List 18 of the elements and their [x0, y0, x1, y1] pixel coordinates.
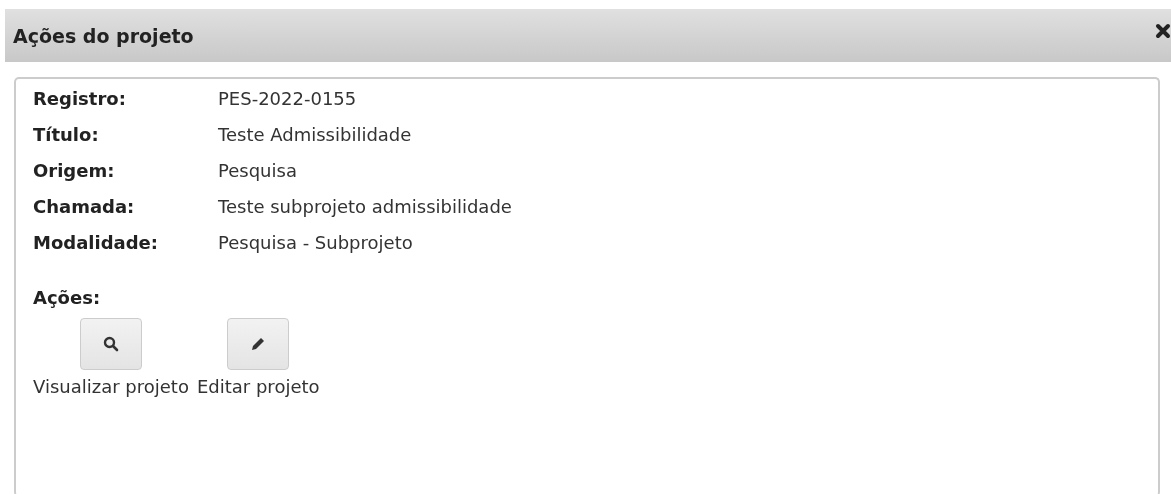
pencil-icon: [250, 336, 267, 352]
field-label: Título:: [33, 123, 100, 147]
actions-heading: Ações:: [33, 287, 102, 308]
view-button[interactable]: [79, 318, 142, 370]
action-label[interactable]: Visualizar projeto: [33, 376, 189, 397]
field-value: Pesquisa - Subprojeto: [218, 231, 414, 255]
field-label: Registro:: [33, 87, 127, 111]
close-icon[interactable]: [1155, 23, 1171, 39]
dialog-title: Ações do projeto: [13, 24, 194, 47]
action-label[interactable]: Editar projeto: [196, 376, 320, 397]
field-value: PES-2022-0155: [218, 87, 358, 111]
field-value: Pesquisa: [218, 159, 298, 183]
field-label: Origem:: [33, 159, 116, 183]
field-value: Teste subprojeto admissibilidade: [218, 195, 513, 219]
search-icon: [102, 336, 119, 352]
field-label: Modalidade:: [33, 231, 159, 255]
field-value: Teste Admissibilidade: [218, 123, 413, 147]
field-label: Chamada:: [33, 195, 136, 219]
